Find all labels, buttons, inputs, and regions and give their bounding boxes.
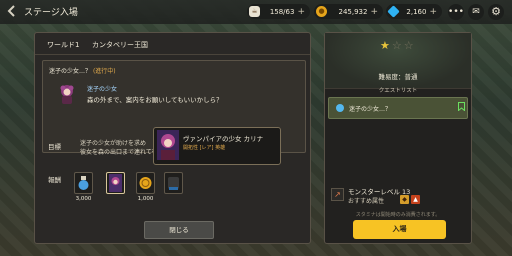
gold-value: 245,932 (338, 7, 368, 16)
top-bar: ステージ入場 ☕ 158/63 + ● 245,932 + 2,160 + ••… (0, 0, 512, 24)
coffee-cup-icon: ☕ (249, 6, 260, 17)
back-button[interactable] (5, 4, 19, 18)
reward-label: 報酬 (48, 176, 61, 184)
lost-girl-portrait (60, 85, 74, 104)
goal-text-line-2: 彼女を森の出口まで連れて行 (80, 149, 158, 156)
reward-slot (106, 172, 125, 194)
stage-info-panel: ★ ☆ ☆ 難易度：普通 クエストリスト 迷子の少女…？ ↗ モンスターレベル … (324, 32, 472, 244)
quest-marker-icon (336, 104, 344, 112)
screen-title: ステージ入場 (24, 8, 78, 18)
vampire-girl-portrait (157, 130, 179, 160)
bookmark-icon (458, 102, 465, 113)
quest-list-item-label: 迷子の少女…？ (349, 106, 392, 113)
add-gold-icon[interactable]: + (370, 7, 378, 17)
gold-counter[interactable]: ● 245,932 + (314, 4, 383, 19)
dialog-speaker: 迷子の少女 (87, 86, 118, 93)
reward-qty: 1,000 (137, 196, 154, 202)
dialog-text: 森の外まで、案内をお願いしてもいいかしら？ (87, 96, 223, 104)
star-empty-icon: ☆ (391, 39, 402, 52)
gear-icon: ⚙ (491, 5, 501, 18)
add-gem-icon[interactable]: + (429, 7, 437, 17)
reward-item[interactable]: 3,000 (73, 172, 94, 204)
tooltip-hero-name: ヴァンパイアの少女 カリナ (183, 135, 264, 143)
reward-qty: 3,000 (75, 196, 92, 202)
chart-up-icon: ↗ (331, 188, 344, 201)
quest-title-text: 迷子の少女…？ (49, 68, 92, 75)
earth-attribute-icon: ◆ (400, 195, 409, 204)
monster-level-label: モンスターレベル (348, 188, 400, 196)
close-button[interactable]: 閉じる (144, 221, 214, 239)
difficulty-label: 難易度：普通 (378, 73, 418, 81)
reward-slot (164, 172, 183, 194)
quest-list-header: クエストリスト (378, 88, 418, 94)
star-empty-icon: ☆ (403, 39, 414, 52)
reward-slot (74, 172, 93, 194)
fire-attribute-icon: ▲ (411, 195, 420, 204)
star-rating: ★ ☆ ☆ (380, 39, 414, 52)
reward-item[interactable] (105, 172, 126, 204)
goal-text: 迷子の少女が助けを求め 彼女を森の出口まで連れて行 (80, 139, 160, 157)
quest-title: 迷子の少女…？ (進行中) (49, 66, 116, 75)
stamina-note: スタミナは開始時のみ消費されます。 (355, 212, 441, 218)
world-label: ワールド1 (47, 41, 80, 49)
quest-status: (進行中) (92, 68, 116, 75)
enter-button[interactable]: 入場 (353, 220, 446, 239)
gem-value: 2,160 (406, 7, 427, 16)
coin-icon: ● (316, 6, 327, 17)
mail-icon: ✉ (472, 7, 480, 17)
settings-button[interactable]: ⚙ (488, 4, 504, 20)
reward-item[interactable] (163, 172, 184, 204)
mail-button[interactable]: ✉ (468, 4, 484, 20)
quest-detail-panel: ワールド1 カンタベリー王国 迷子の少女…？ (進行中) 迷子の少女 森の外まで… (34, 32, 311, 244)
gem-counter[interactable]: 2,160 + (386, 4, 442, 19)
monster-level-row: ↗ モンスターレベル 13 おすすめ属性 ◆ ▲ (329, 185, 469, 209)
goal-label: 目標 (48, 143, 61, 151)
chat-button[interactable]: ••• (448, 4, 464, 20)
tooltip-hero-info: 開拓性 [レア] 英雄 (183, 145, 226, 151)
reward-slot (136, 172, 155, 194)
goal-text-line-1: 迷子の少女が助けを求め (80, 140, 147, 147)
potion-icon (78, 176, 89, 190)
stamina-counter[interactable]: ☕ 158/63 + (247, 4, 310, 19)
add-stamina-icon[interactable]: + (297, 7, 305, 17)
stamina-value: 158/63 (269, 7, 295, 16)
recommended-attribute-label: おすすめ属性 (348, 198, 385, 205)
chevron-left-icon (7, 5, 15, 17)
reward-item[interactable]: 1,000 (135, 172, 156, 204)
diamond-icon (387, 5, 400, 18)
quest-list-item[interactable]: 迷子の少女…？ (328, 97, 468, 119)
coin-icon (139, 177, 152, 189)
star-filled-icon: ★ (380, 39, 390, 52)
reward-tooltip: ヴァンパイアの少女 カリナ 開拓性 [レア] 英雄 (153, 127, 281, 165)
world-name: カンタベリー王国 (92, 41, 148, 49)
chat-bubble-icon: ••• (448, 7, 464, 17)
world-header: ワールド1 カンタベリー王国 (35, 33, 310, 55)
locked-item-icon (168, 177, 179, 190)
hero-card-icon (109, 174, 122, 192)
